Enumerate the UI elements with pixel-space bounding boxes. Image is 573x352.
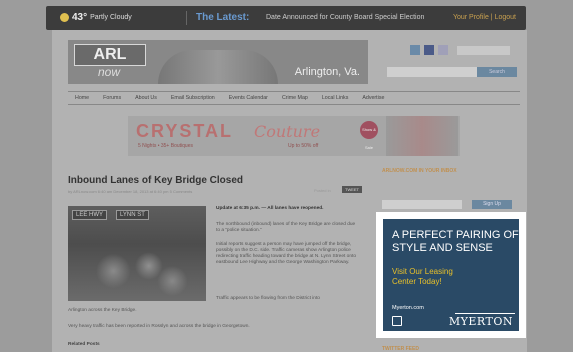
article-paragraph: Arlington across the Key Bridge. [68, 308, 137, 313]
twitter-heading: TWITTER FEED [382, 346, 419, 352]
latest-headline-link[interactable]: Date Announced for County Board Special … [266, 14, 424, 21]
email-field[interactable] [382, 200, 462, 209]
top-bar: 43° Partly Cloudy The Latest: Date Annou… [46, 6, 526, 30]
main-nav: Home Forums About Us Email Subscription … [68, 91, 520, 105]
ad-headline: A PERFECT PAIRING OF STYLE AND SENSE [392, 229, 519, 254]
article-paragraph: Traffic appears to be flowing from the D… [216, 296, 320, 301]
article-paragraph: The northbound (inbound) lanes of the Ke… [216, 222, 356, 233]
ad-brand: MYERTON [448, 315, 513, 328]
facebook-icon[interactable] [424, 45, 434, 55]
social-links [410, 45, 448, 55]
nav-item-about[interactable]: About Us [128, 95, 164, 101]
banner-ad[interactable]: CRYSTAL Couture 5 Nights • 35+ Boutiques… [128, 116, 460, 156]
weather-widget: 43° Partly Cloudy [60, 12, 132, 23]
banner-brand-script: Couture [254, 122, 321, 141]
nav-item-email-subscription[interactable]: Email Subscription [164, 95, 222, 101]
side-ad[interactable]: A PERFECT PAIRING OF STYLE AND SENSE Visi… [376, 212, 526, 338]
ad-brand-rule [455, 313, 515, 314]
tweet-button[interactable]: TWEET [342, 186, 362, 193]
banner-subtext: 5 Nights • 35+ Boutiques [138, 143, 193, 149]
traffic-lights-image [78, 246, 196, 296]
logo-text: ARL [74, 44, 146, 66]
nav-item-advertise[interactable]: Advertise [355, 95, 391, 101]
temperature: 43° [72, 12, 88, 23]
nav-item-forums[interactable]: Forums [96, 95, 128, 101]
article-update: Update at 6:35 p.m. — All lanes have reo… [216, 206, 324, 211]
related-posts-heading: Related Posts [68, 342, 100, 347]
banner-offer: Up to 50% off [288, 143, 319, 149]
latest-label: The Latest: [196, 12, 250, 23]
subscribe-button[interactable] [457, 46, 510, 55]
nav-item-local-links[interactable]: Local Links [315, 95, 356, 101]
article-paragraph: Initial reports suggest a person may hav… [216, 242, 356, 265]
nav-item-events-calendar[interactable]: Events Calendar [222, 95, 275, 101]
sun-icon [60, 13, 69, 22]
weather-condition: Partly Cloudy [90, 14, 132, 21]
banner-badge: Show & Sale [360, 121, 378, 150]
search-button[interactable]: Search [477, 67, 517, 77]
twitter-icon[interactable] [410, 45, 420, 55]
article-photo: LEE HWY LYNN ST [68, 206, 206, 301]
logo-subtext: now [98, 65, 121, 79]
article-title[interactable]: Inbound Lanes of Key Bridge Closed [68, 175, 243, 186]
search-input[interactable] [387, 67, 477, 77]
site-logo[interactable]: ARL now Arlington, Va. [68, 40, 368, 84]
ad-panel: A PERFECT PAIRING OF STYLE AND SENSE Visi… [383, 219, 519, 331]
divider [186, 11, 187, 25]
road-sign: LYNN ST [116, 210, 149, 220]
nav-item-crime-map[interactable]: Crime Map [275, 95, 315, 101]
ad-cta: Visit Our Leasing Center Today! [392, 267, 453, 286]
nav-item-home[interactable]: Home [68, 95, 96, 101]
logo-building-image [158, 50, 278, 84]
banner-brand: CRYSTAL [136, 121, 233, 141]
article-byline: by ARLnow.com 6:40 am December 18, 2013 … [68, 189, 193, 194]
ad-site: Myerton.com [392, 305, 424, 311]
banner-models-image [386, 116, 458, 156]
flickr-icon[interactable] [438, 45, 448, 55]
account-links[interactable]: Your Profile | Logout [453, 14, 516, 21]
road-sign: LEE HWY [72, 210, 108, 220]
equal-housing-icon [392, 316, 402, 326]
signup-button[interactable]: Sign Up [472, 200, 512, 209]
logo-city: Arlington, Va. [294, 66, 360, 78]
article-paragraph: Very heavy traffic has been reported in … [68, 324, 250, 329]
posted-in-label: Posted in [314, 188, 331, 193]
inbox-heading: ARLNOW.COM IN YOUR INBOX [382, 168, 457, 174]
